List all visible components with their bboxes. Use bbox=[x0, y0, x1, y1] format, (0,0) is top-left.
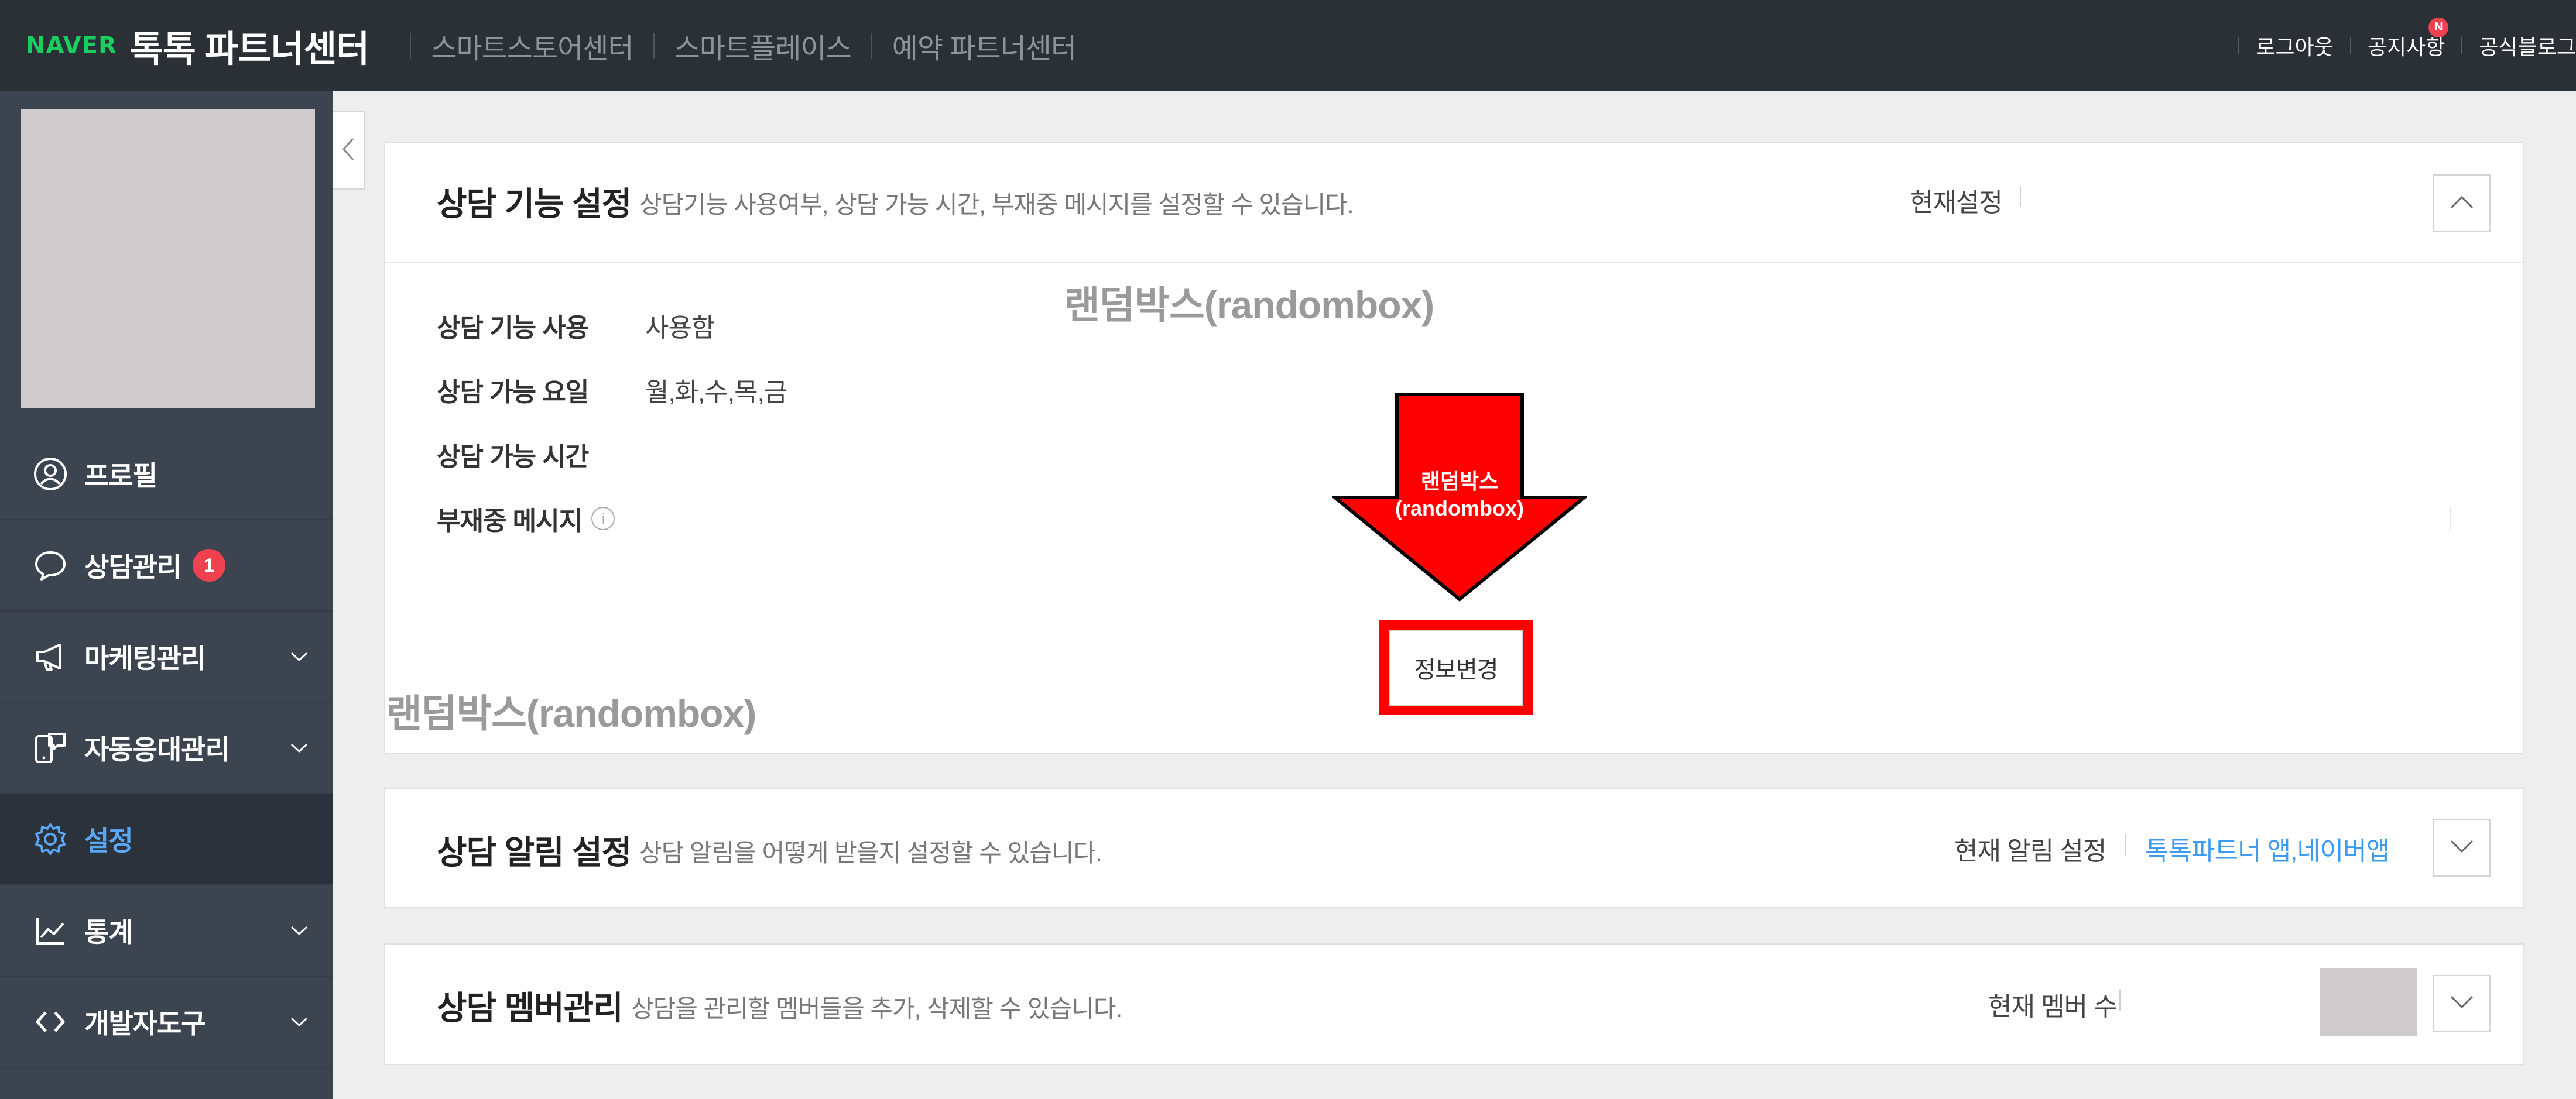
link-divider bbox=[2461, 36, 2463, 54]
field-label: 부재중 메시지 i bbox=[437, 500, 645, 537]
divider bbox=[2125, 834, 2126, 856]
megaphone-icon bbox=[32, 638, 69, 675]
collapse-panel-button[interactable] bbox=[2433, 174, 2491, 232]
naver-logo[interactable]: NAVER bbox=[26, 32, 117, 59]
panel-description: 상담기능 사용여부, 상담 가능 시간, 부재중 메시지를 설정할 수 있습니다… bbox=[639, 191, 1354, 218]
current-notification-value[interactable]: 톡톡파트너 앱,네이버앱 bbox=[2145, 830, 2390, 867]
field-label: 상담 기능 사용 bbox=[437, 314, 589, 342]
highlight-box: 정보변경 bbox=[1379, 620, 1533, 715]
arrow-label: 랜덤박스 (randombox) bbox=[1332, 468, 1587, 522]
sidebar-item-label: 자동응대관리 bbox=[84, 734, 230, 765]
panel-title: 상담 기능 설정 bbox=[437, 186, 632, 222]
info-icon[interactable]: i bbox=[591, 507, 615, 530]
profile-image-placeholder bbox=[21, 109, 315, 408]
field-row: 부재중 메시지 i bbox=[437, 500, 645, 537]
phone-chat-icon bbox=[32, 729, 69, 767]
chevron-left-icon bbox=[341, 136, 355, 165]
unread-count-badge: 1 bbox=[193, 549, 226, 582]
current-notification-label: 현재 알림 설정 bbox=[1954, 837, 2106, 866]
field-label: 상담 가능 요일 bbox=[437, 378, 589, 407]
link-divider bbox=[2349, 36, 2351, 54]
watermark-text: 랜덤박스(randombox) bbox=[1064, 283, 1434, 327]
sidebar: 프로필 상담관리 1 마케팅관리 자동응대관리 설정 통계 개발자도구 bbox=[0, 91, 333, 1099]
watermark-text: 랜덤박스(randombox) bbox=[386, 692, 756, 735]
arrow-label-line: (randombox) bbox=[1395, 496, 1524, 520]
app-title[interactable]: 톡톡 파트너센터 bbox=[130, 19, 370, 72]
sidebar-item-label: 개발자도구 bbox=[84, 1008, 206, 1039]
notice-link[interactable]: 공지사항 N bbox=[2368, 17, 2449, 61]
sidebar-item-chat-management[interactable]: 상담관리 1 bbox=[0, 520, 333, 612]
top-nav: 스마트스토어센터 스마트플레이스 예약 파트너센터 bbox=[390, 25, 1077, 66]
divider bbox=[2020, 186, 2021, 207]
chat-notification-settings-panel: 상담 알림 설정 상담 알림을 어떻게 받을지 설정할 수 있습니다. 현재 알… bbox=[384, 788, 2524, 908]
expand-panel-button[interactable] bbox=[2433, 819, 2491, 877]
user-icon bbox=[32, 455, 69, 493]
field-value: 사용함 bbox=[645, 314, 715, 342]
edit-info-button[interactable]: 정보변경 bbox=[1389, 630, 1523, 706]
chevron-down-icon bbox=[289, 647, 309, 669]
arrow-label-line: 랜덤박스 bbox=[1420, 469, 1499, 493]
field-row: 상담 가능 요일 월,화,수,목,금 bbox=[437, 371, 787, 408]
panel-title: 상담 알림 설정 bbox=[437, 834, 632, 871]
divider bbox=[2450, 507, 2451, 530]
sidebar-item-label: 설정 bbox=[84, 826, 133, 856]
panel-title: 상담 멤버관리 bbox=[437, 990, 624, 1026]
field-label: 상담 가능 시간 bbox=[437, 442, 589, 471]
blog-link[interactable]: 공식블로그 bbox=[2479, 30, 2576, 61]
sidebar-item-label: 프로필 bbox=[84, 461, 157, 491]
panel-description: 상담을 관리할 멤버들을 추가, 삭제할 수 있습니다. bbox=[631, 995, 1122, 1022]
field-label-text: 부재중 메시지 bbox=[437, 507, 583, 535]
sidebar-item-auto-response[interactable]: 자동응대관리 bbox=[0, 703, 333, 794]
chevron-down-icon bbox=[289, 1012, 309, 1034]
chevron-down-icon bbox=[289, 739, 309, 760]
current-setting-label: 현재설정 bbox=[1910, 188, 2003, 217]
panel-divider bbox=[385, 262, 2523, 263]
chevron-down-icon bbox=[2449, 839, 2475, 858]
sidebar-menu: 프로필 상담관리 1 마케팅관리 자동응대관리 설정 통계 개발자도구 bbox=[0, 429, 333, 1068]
current-member-count-label: 현재 멤버 수 bbox=[1988, 992, 2118, 1021]
sidebar-item-marketing[interactable]: 마케팅관리 bbox=[0, 612, 333, 703]
field-value: 월,화,수,목,금 bbox=[645, 378, 787, 407]
member-count-placeholder bbox=[2320, 968, 2417, 1036]
code-icon bbox=[32, 1003, 69, 1040]
nav-divider bbox=[871, 32, 872, 59]
top-links: 로그아웃 공지사항 N 공식블로그 bbox=[2222, 0, 2576, 91]
nav-divider bbox=[653, 32, 655, 59]
nav-divider bbox=[410, 32, 412, 59]
sidebar-item-statistics[interactable]: 통계 bbox=[0, 885, 333, 977]
sidebar-item-label: 상담관리 bbox=[84, 552, 181, 582]
field-row: 상담 가능 시간 bbox=[437, 435, 645, 473]
chat-member-management-panel: 상담 멤버관리 상담을 관리할 멤버들을 추가, 삭제할 수 있습니다. 현재 … bbox=[384, 943, 2524, 1065]
brand[interactable]: NAVER 톡톡 파트너센터 bbox=[26, 19, 369, 72]
nav-smartstore-link[interactable]: 스마트스토어센터 bbox=[431, 25, 633, 66]
chat-icon bbox=[32, 547, 69, 584]
sidebar-item-label: 마케팅관리 bbox=[84, 643, 206, 674]
chevron-up-icon bbox=[2449, 194, 2475, 213]
nav-smartplace-link[interactable]: 스마트플레이스 bbox=[674, 25, 852, 66]
panel-description: 상담 알림을 어떻게 받을지 설정할 수 있습니다. bbox=[639, 839, 1102, 867]
chevron-down-icon bbox=[289, 921, 309, 943]
logout-link[interactable]: 로그아웃 bbox=[2256, 30, 2333, 61]
chart-icon bbox=[32, 912, 69, 949]
chevron-down-icon bbox=[2449, 994, 2475, 1014]
sidebar-collapse-button[interactable] bbox=[333, 111, 365, 190]
nav-reservation-link[interactable]: 예약 파트너센터 bbox=[892, 25, 1077, 66]
expand-panel-button[interactable] bbox=[2433, 975, 2491, 1032]
sidebar-item-settings[interactable]: 설정 bbox=[0, 794, 333, 885]
field-row: 상담 기능 사용 사용함 bbox=[437, 307, 715, 344]
sidebar-item-profile[interactable]: 프로필 bbox=[0, 429, 333, 520]
link-divider bbox=[2238, 36, 2240, 54]
top-bar: NAVER 톡톡 파트너센터 스마트스토어센터 스마트플레이스 예약 파트너센터… bbox=[0, 0, 2576, 91]
divider bbox=[2119, 990, 2121, 1011]
gear-icon bbox=[32, 820, 69, 858]
new-badge: N bbox=[2428, 17, 2449, 37]
sidebar-item-label: 통계 bbox=[84, 917, 133, 947]
sidebar-item-developer-tools[interactable]: 개발자도구 bbox=[0, 977, 333, 1068]
